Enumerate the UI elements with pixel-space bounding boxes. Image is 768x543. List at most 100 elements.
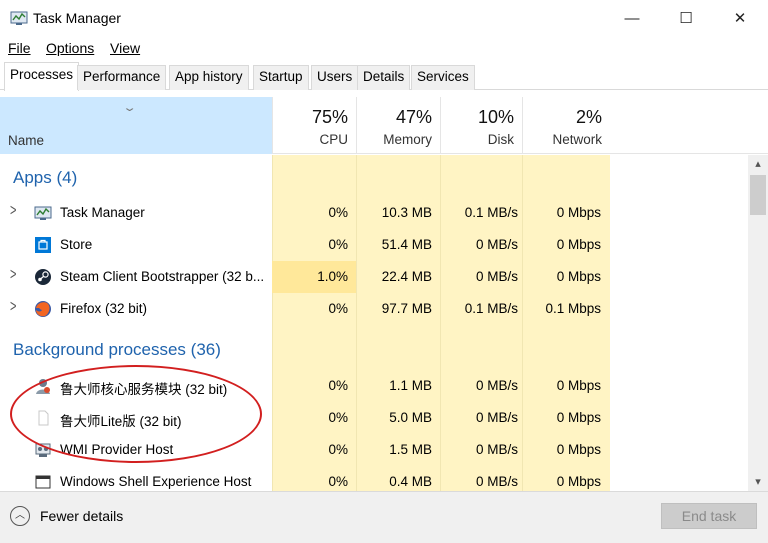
- memory-usage-total: 47%: [395, 107, 432, 127]
- memory-value: 1.5 MB: [389, 442, 432, 457]
- ludashi-lite-icon: [38, 410, 49, 426]
- memory-value: 10.3 MB: [381, 205, 432, 220]
- tab-services[interactable]: Services: [411, 65, 475, 90]
- network-column-header[interactable]: 2% Network: [522, 97, 610, 154]
- minimize-button[interactable]: —: [609, 0, 655, 36]
- table-row[interactable]: Windows Shell Experience Host 0% 0.4 MB …: [0, 466, 748, 491]
- table-row[interactable]: 鲁大师核心服务模块 (32 bit) 0% 1.1 MB 0 MB/s 0 Mb…: [0, 370, 748, 402]
- store-icon: [35, 237, 51, 253]
- tab-strip: Processes Performance App history Startu…: [0, 62, 768, 91]
- group-title: Apps (4): [13, 168, 78, 187]
- memory-value: 0.4 MB: [389, 474, 432, 489]
- task-manager-icon: [10, 11, 28, 25]
- disk-value: 0.1 MB/s: [464, 301, 518, 316]
- disk-value: 0 MB/s: [475, 442, 518, 457]
- process-name: Task Manager: [60, 205, 145, 220]
- chevron-down-icon: ⌄: [122, 102, 137, 114]
- task-manager-icon: [34, 206, 52, 220]
- disk-value: 0 MB/s: [475, 378, 518, 393]
- cpu-value: 0%: [328, 442, 348, 457]
- title-bar: Task Manager — ☐ ✕: [0, 0, 768, 36]
- disk-value: 0 MB/s: [475, 474, 518, 489]
- disk-value: 0 MB/s: [475, 237, 518, 252]
- tab-app-history[interactable]: App history: [169, 65, 249, 90]
- network-value: 0 Mbps: [556, 474, 601, 489]
- table-row[interactable]: WMI Provider Host 0% 1.5 MB 0 MB/s 0 Mbp…: [0, 434, 748, 466]
- cpu-column-header[interactable]: 75% CPU: [272, 97, 356, 154]
- fewer-details-link[interactable]: Fewer details: [40, 508, 123, 524]
- network-value: 0 Mbps: [556, 269, 601, 284]
- disk-value: 0 MB/s: [475, 269, 518, 284]
- tab-startup[interactable]: Startup: [253, 65, 309, 90]
- process-name: Steam Client Bootstrapper (32 b...: [60, 269, 265, 284]
- column-header: ⌄ Name 75% CPU 47% Memory 10% Disk 2% Ne…: [0, 97, 768, 154]
- cpu-value: 1.0%: [317, 269, 348, 284]
- disk-usage-total: 10%: [477, 107, 514, 127]
- disk-value: 0 MB/s: [475, 410, 518, 425]
- scroll-up-icon[interactable]: ▴: [748, 155, 768, 173]
- tab-performance[interactable]: Performance: [77, 65, 167, 90]
- network-column-label: Network: [552, 132, 602, 147]
- memory-column-header[interactable]: 47% Memory: [356, 97, 440, 154]
- window-title: Task Manager: [33, 10, 121, 26]
- menu-view[interactable]: View: [110, 40, 140, 56]
- scroll-down-icon[interactable]: ▾: [748, 473, 768, 491]
- process-list: Apps (4) > Task Manager 0% 10.3 MB 0.1 M…: [0, 155, 748, 491]
- wmi-icon: [35, 443, 51, 457]
- network-value: 0 Mbps: [556, 410, 601, 425]
- tab-processes[interactable]: Processes: [4, 62, 80, 91]
- name-column-header[interactable]: ⌄ Name: [0, 97, 272, 154]
- group-header-background[interactable]: Background processes (36): [0, 335, 748, 367]
- firefox-icon: [35, 301, 51, 317]
- menu-file[interactable]: File: [8, 40, 31, 56]
- chevron-right-icon[interactable]: >: [10, 266, 16, 284]
- table-row[interactable]: 鲁大师Lite版 (32 bit) 0% 5.0 MB 0 MB/s 0 Mbp…: [0, 402, 748, 434]
- process-name: 鲁大师核心服务模块 (32 bit): [60, 382, 228, 397]
- network-value: 0.1 Mbps: [545, 301, 601, 316]
- chevron-up-circle-icon[interactable]: ︿: [10, 506, 30, 526]
- cpu-value: 0%: [328, 237, 348, 252]
- disk-column-header[interactable]: 10% Disk: [440, 97, 522, 154]
- process-name: 鲁大师Lite版 (32 bit): [60, 414, 182, 429]
- footer: ︿ Fewer details End task: [0, 491, 768, 543]
- name-column-label: Name: [8, 133, 45, 148]
- ludashi-service-icon: [36, 379, 50, 394]
- memory-column-label: Memory: [383, 132, 432, 147]
- chevron-right-icon[interactable]: >: [10, 298, 16, 316]
- network-value: 0 Mbps: [556, 237, 601, 252]
- maximize-button[interactable]: ☐: [663, 0, 709, 36]
- memory-value: 5.0 MB: [389, 410, 432, 425]
- network-value: 0 Mbps: [556, 205, 601, 220]
- cpu-usage-total: 75%: [311, 107, 348, 127]
- cpu-column-label: CPU: [319, 132, 348, 147]
- table-row[interactable]: Store 0% 51.4 MB 0 MB/s 0 Mbps: [0, 229, 748, 261]
- group-title: Background processes (36): [13, 340, 221, 359]
- cpu-value: 0%: [328, 205, 348, 220]
- window-icon: [35, 475, 51, 489]
- end-task-button[interactable]: End task: [661, 503, 757, 529]
- table-row[interactable]: > Steam Client Bootstrapper (32 b... 1.0…: [0, 261, 748, 293]
- group-header-apps[interactable]: Apps (4): [0, 163, 748, 195]
- memory-value: 22.4 MB: [381, 269, 432, 284]
- network-usage-total: 2%: [575, 107, 602, 127]
- menu-bar: File Options View: [0, 36, 768, 60]
- table-row[interactable]: > Firefox (32 bit) 0% 97.7 MB 0.1 MB/s 0…: [0, 293, 748, 325]
- cpu-value: 0%: [328, 410, 348, 425]
- cpu-value: 0%: [328, 474, 348, 489]
- close-button[interactable]: ✕: [717, 0, 763, 36]
- vertical-scrollbar[interactable]: ▴ ▾: [748, 155, 768, 491]
- memory-value: 51.4 MB: [381, 237, 432, 252]
- steam-icon: [35, 269, 51, 285]
- cpu-value: 0%: [328, 378, 348, 393]
- process-name: Windows Shell Experience Host: [60, 474, 252, 489]
- scroll-thumb[interactable]: [750, 175, 766, 215]
- process-name: Firefox (32 bit): [60, 301, 148, 316]
- chevron-right-icon[interactable]: >: [10, 202, 16, 220]
- table-row[interactable]: > Task Manager 0% 10.3 MB 0.1 MB/s 0 Mbp…: [0, 197, 748, 229]
- tab-users[interactable]: Users: [311, 65, 359, 90]
- tab-details[interactable]: Details: [357, 65, 411, 90]
- menu-options[interactable]: Options: [46, 40, 94, 56]
- process-name: Store: [60, 237, 93, 252]
- disk-column-label: Disk: [487, 132, 514, 147]
- cpu-value: 0%: [328, 301, 348, 316]
